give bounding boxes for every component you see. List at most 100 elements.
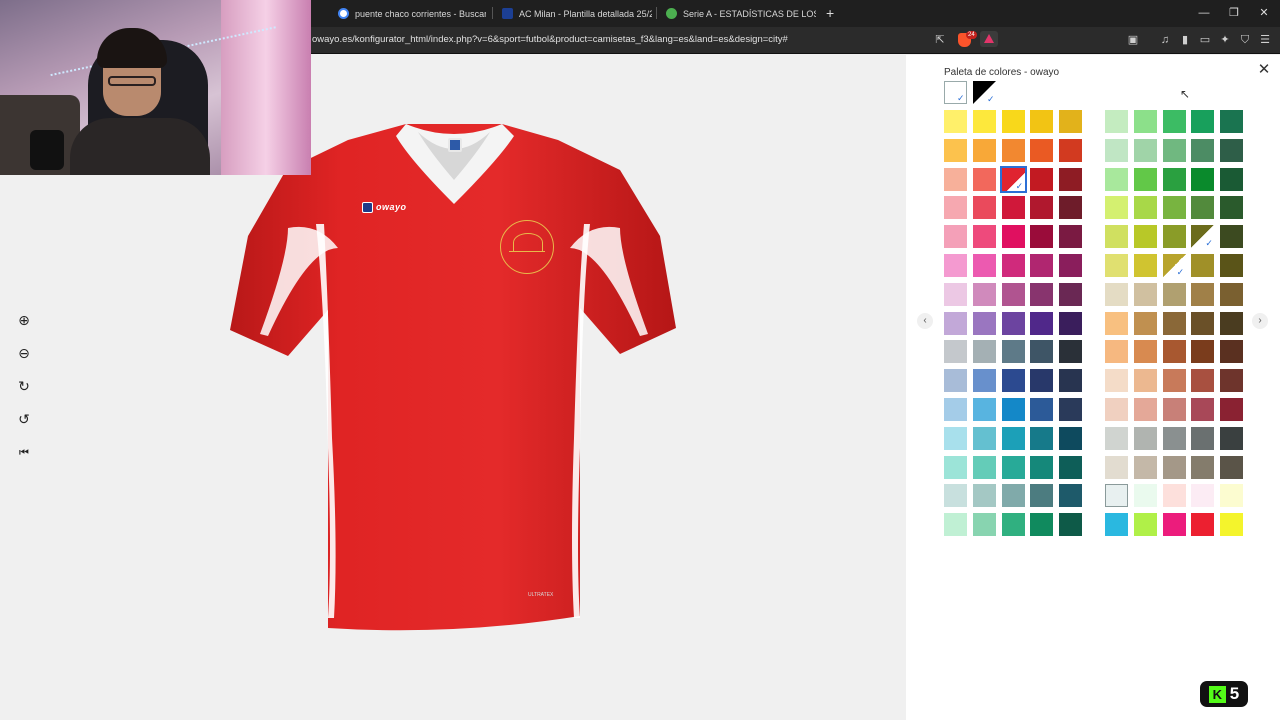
reset-view-icon[interactable]: ⏮ [15,444,33,462]
color-swatch[interactable] [1191,455,1215,479]
color-swatch[interactable] [1133,369,1157,393]
menu-icon[interactable]: ☰ [1258,33,1272,47]
color-swatch[interactable] [1191,110,1215,133]
color-swatch[interactable] [1220,110,1244,133]
brave-rewards-icon[interactable] [980,31,998,47]
zoom-in-icon[interactable]: ⊕ [15,311,33,329]
color-swatch[interactable] [1220,311,1244,335]
color-swatch[interactable] [1191,398,1215,421]
minimize-icon[interactable]: — [1196,5,1212,21]
color-swatch[interactable] [1001,311,1025,335]
color-swatch[interactable] [1030,196,1054,220]
color-swatch[interactable] [1001,282,1025,306]
color-swatch[interactable] [944,484,967,508]
color-swatch[interactable] [972,513,996,537]
color-swatch[interactable] [1220,282,1244,306]
color-swatch[interactable] [972,167,996,191]
color-swatch[interactable] [1133,484,1157,508]
color-swatch[interactable] [944,254,967,277]
color-swatch[interactable] [1059,484,1083,508]
color-swatch[interactable] [1162,311,1186,335]
color-swatch[interactable] [972,484,996,508]
color-swatch[interactable] [1162,398,1186,421]
color-swatch[interactable] [1059,426,1083,450]
color-swatch[interactable] [1133,282,1157,306]
color-swatch[interactable] [944,369,967,393]
color-swatch[interactable] [1133,340,1157,364]
color-swatch[interactable] [1133,167,1157,191]
browser-tab[interactable]: Serie A - ESTADÍSTICAS DE LOS EQU [666,3,816,24]
color-swatch[interactable] [1162,340,1186,364]
color-swatch[interactable] [1162,196,1186,220]
color-swatch[interactable] [972,455,996,479]
swatch-white[interactable]: ✓ [944,81,967,104]
color-swatch[interactable] [944,426,967,450]
color-swatch[interactable] [1059,369,1083,393]
color-swatch[interactable] [1030,398,1054,421]
color-swatch[interactable] [1105,311,1128,335]
color-swatch[interactable] [972,110,996,133]
color-swatch[interactable] [1162,138,1186,162]
color-swatch[interactable] [1220,369,1244,393]
color-swatch[interactable] [1191,369,1215,393]
color-swatch[interactable] [1059,455,1083,479]
media-icon[interactable]: ♫ [1158,33,1172,47]
color-swatch[interactable] [972,398,996,421]
wallet-icon[interactable]: ▭ [1198,33,1212,47]
browser-tab[interactable]: puente chaco corrientes - Buscar con [338,3,486,24]
rotate-right-icon[interactable]: ↻ [15,377,33,395]
color-swatch[interactable]: ✓ [999,165,1027,193]
color-swatch[interactable] [1001,138,1025,162]
color-swatch[interactable] [1001,110,1025,133]
color-swatch[interactable] [1133,513,1157,537]
color-swatch[interactable] [1133,225,1157,249]
color-swatch[interactable] [944,513,967,537]
color-swatch[interactable] [1220,196,1244,220]
sidebar-icon[interactable]: ▮ [1178,33,1192,47]
color-swatch[interactable] [1001,455,1025,479]
color-swatch[interactable] [1059,513,1083,537]
color-swatch[interactable] [972,225,996,249]
bridge-crest-icon[interactable] [500,220,554,274]
color-swatch[interactable] [972,340,996,364]
color-swatch[interactable] [1030,110,1054,133]
color-swatch[interactable] [1220,398,1244,421]
color-swatch[interactable] [1030,426,1054,450]
color-swatch[interactable] [1059,254,1083,277]
color-swatch[interactable] [972,426,996,450]
color-swatch[interactable] [1162,369,1186,393]
color-swatch[interactable] [1105,282,1128,306]
color-swatch[interactable] [1162,110,1186,133]
color-swatch[interactable] [1220,167,1244,191]
color-swatch[interactable] [1105,110,1128,133]
color-swatch[interactable] [972,282,996,306]
color-swatch[interactable] [1105,254,1128,277]
color-swatch[interactable] [1220,513,1244,537]
color-swatch[interactable] [1162,484,1186,508]
color-swatch[interactable] [1105,138,1128,162]
color-swatch[interactable] [1191,484,1215,508]
color-swatch[interactable] [1001,398,1025,421]
color-swatch[interactable] [1162,225,1186,249]
swatch-black[interactable]: ✓ [973,81,996,104]
color-swatch[interactable] [1059,196,1083,220]
color-swatch[interactable] [1030,455,1054,479]
color-swatch[interactable] [1191,426,1215,450]
share-icon[interactable]: ⇱ [933,33,947,47]
color-swatch[interactable] [1162,282,1186,306]
browser-tab[interactable]: AC Milan - Plantilla detallada 25/26 | [502,3,652,24]
color-swatch[interactable]: ✓ [1162,254,1186,277]
color-swatch[interactable] [944,110,967,133]
close-window-icon[interactable]: ✕ [1256,5,1272,21]
zoom-out-icon[interactable]: ⊖ [15,344,33,362]
color-swatch[interactable] [1001,484,1025,508]
color-swatch[interactable] [1059,398,1083,421]
jersey-preview[interactable] [228,118,680,634]
color-swatch[interactable] [1133,254,1157,277]
color-swatch[interactable] [1030,311,1054,335]
color-swatch[interactable] [1191,282,1215,306]
color-swatch[interactable] [1162,455,1186,479]
color-swatch[interactable] [1030,369,1054,393]
color-swatch[interactable] [1001,369,1025,393]
color-swatch[interactable] [1105,455,1128,479]
